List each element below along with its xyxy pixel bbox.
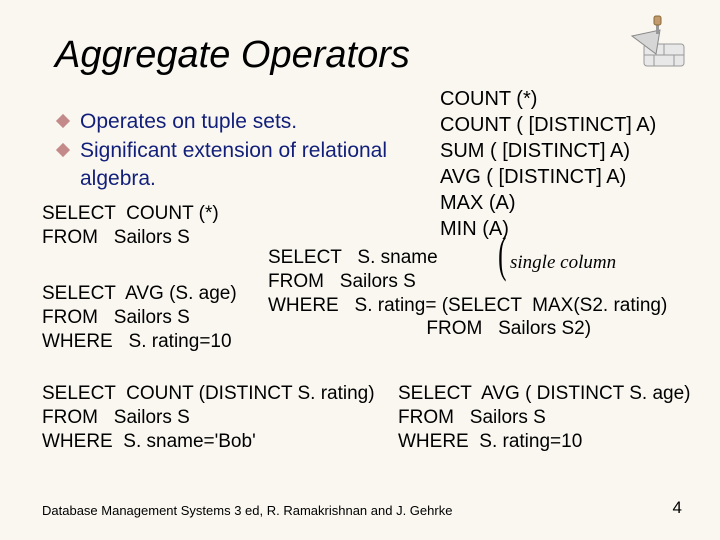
footer-text: Database Management Systems 3 ed, R. Ram… (42, 503, 452, 518)
operator-list: COUNT (*) COUNT ( [DISTINCT] A) SUM ( [D… (440, 86, 656, 242)
op-line: COUNT ( [DISTINCT] A) (440, 112, 656, 138)
bullet-item: Operates on tuple sets. (58, 108, 428, 135)
page-title: Aggregate Operators (55, 34, 410, 77)
bullet-item: Significant extension of relational alge… (58, 137, 428, 192)
bullet-text: Significant extension of relational alge… (80, 137, 428, 192)
op-line: MAX (A) (440, 190, 656, 216)
sql-example-4: SELECT COUNT (DISTINCT S. rating) FROM S… (42, 382, 375, 453)
page-number: 4 (673, 498, 682, 518)
diamond-bullet-icon (56, 114, 70, 128)
op-line: COUNT (*) (440, 86, 656, 112)
trowel-brick-icon (626, 10, 690, 74)
op-line: AVG ( [DISTINCT] A) (440, 164, 656, 190)
sql-example-1: SELECT COUNT (*) FROM Sailors S (42, 202, 219, 250)
op-line: MIN (A) (440, 216, 656, 242)
bullet-text: Operates on tuple sets. (80, 108, 297, 135)
op-line: SUM ( [DISTINCT] A) (440, 138, 656, 164)
bullet-list: Operates on tuple sets. Significant exte… (58, 108, 428, 194)
diamond-bullet-icon (56, 143, 70, 157)
sql-example-2: SELECT AVG (S. age) FROM Sailors S WHERE… (42, 282, 237, 353)
sql-example-5: SELECT AVG ( DISTINCT S. age) FROM Sailo… (398, 382, 690, 453)
sql-example-3: SELECT S. sname FROM Sailors S WHERE S. … (268, 246, 708, 341)
